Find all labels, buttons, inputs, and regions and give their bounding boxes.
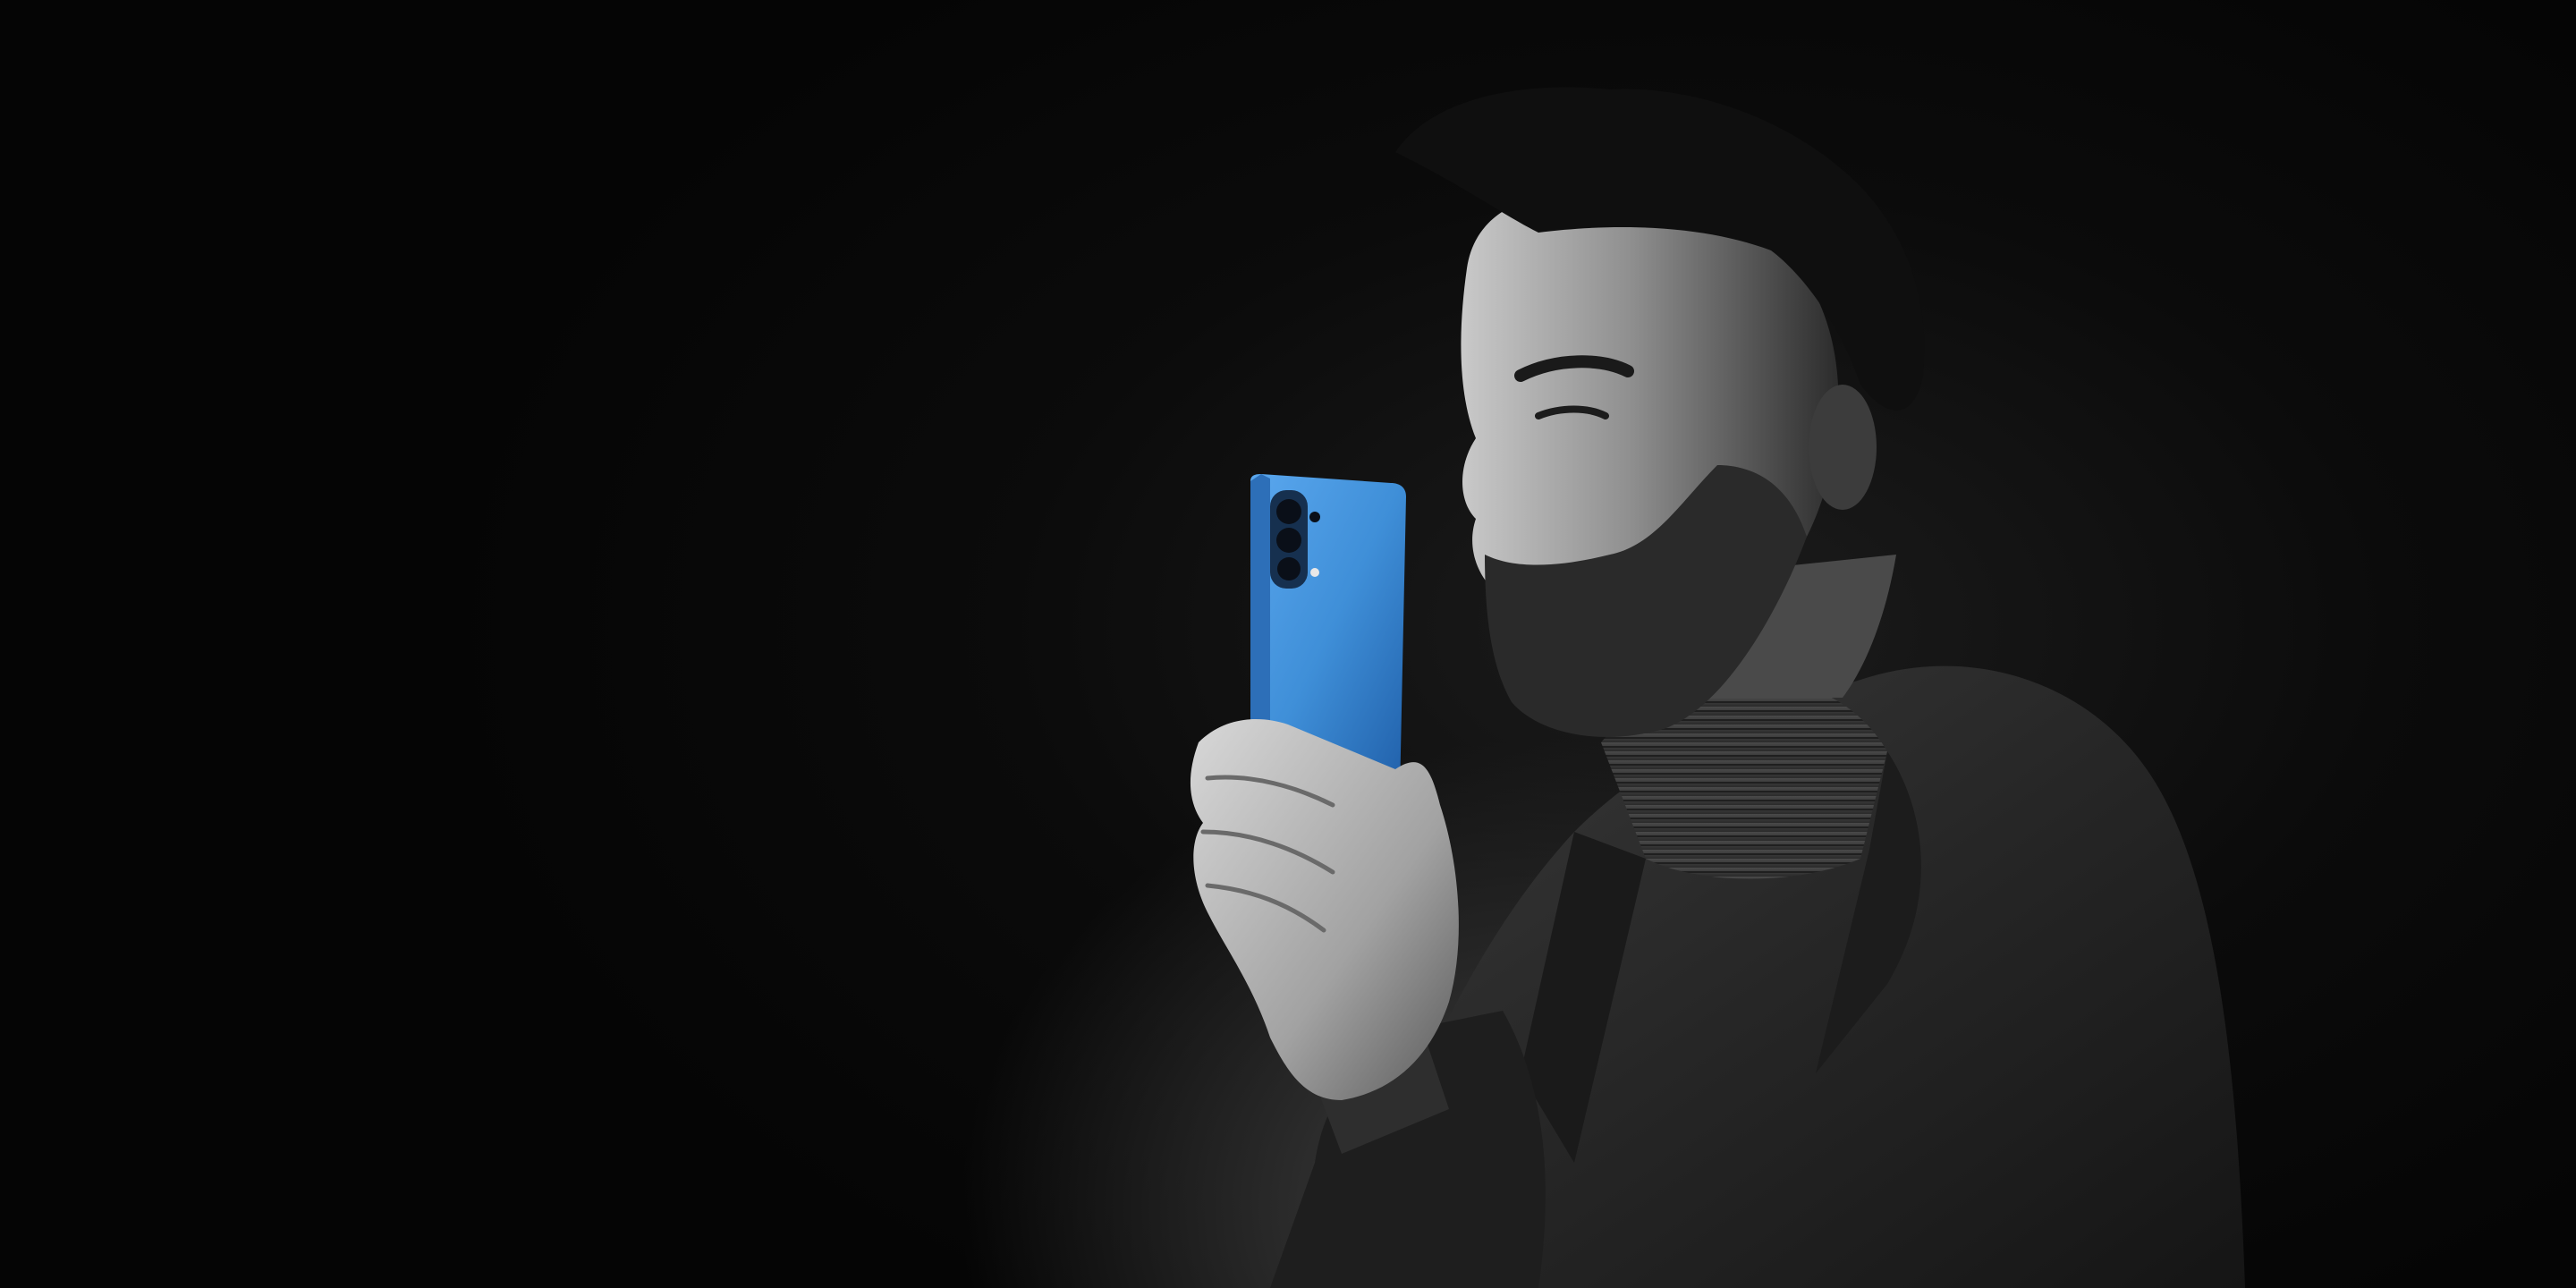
ear — [1809, 385, 1877, 510]
hero-photo — [1190, 87, 2245, 1288]
hero-banner — [0, 0, 2576, 1288]
